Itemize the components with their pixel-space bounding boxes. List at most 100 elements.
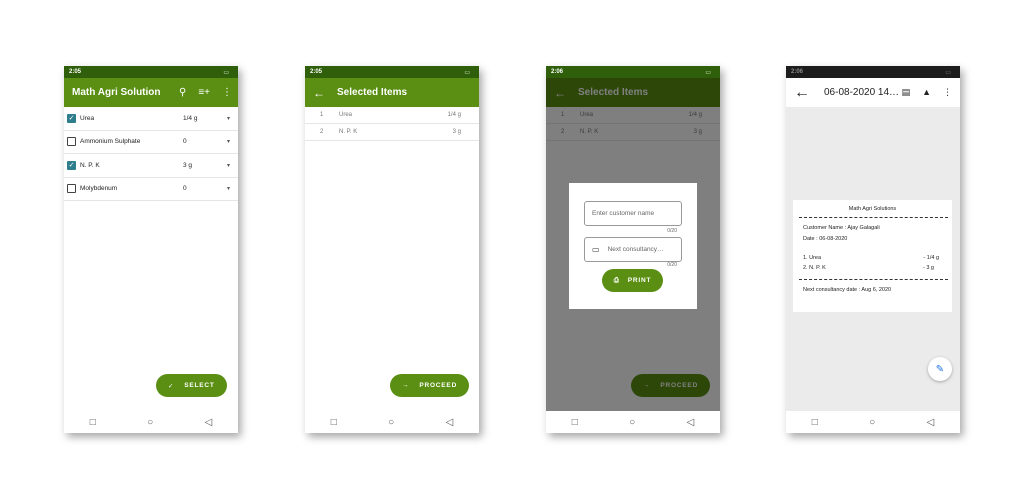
customer-name-input[interactable]: Enter customer name: [584, 201, 682, 226]
list-item[interactable]: ✓ N. P. K 3 g ▾: [64, 154, 238, 178]
home-icon[interactable]: ○: [869, 417, 875, 428]
back-nav-icon[interactable]: ◁: [927, 417, 935, 428]
divider: [799, 279, 948, 280]
battery-icon: ▭: [705, 69, 711, 76]
recents-icon[interactable]: □: [812, 417, 818, 428]
date-text: Date : 06-08-2020: [803, 236, 848, 242]
proceed-button[interactable]: → PROCEED: [390, 374, 470, 397]
document-title: 06-08-2020 14…: [824, 87, 900, 98]
select-label: SELECT: [184, 382, 215, 389]
back-arrow-icon[interactable]: ←: [794, 84, 810, 102]
next-consultancy-text: Next consultancy date : Aug 6, 2020: [803, 287, 892, 293]
recents-icon[interactable]: □: [90, 417, 96, 428]
item-quantity: 0: [183, 185, 187, 193]
back-nav-icon[interactable]: ◁: [446, 417, 454, 428]
status-time: 2:05: [69, 69, 82, 75]
proceed-label: PROCEED: [419, 382, 458, 389]
status-time: 2:06: [551, 69, 564, 75]
home-icon[interactable]: ○: [388, 417, 394, 428]
item-name: Molybdenum: [80, 185, 118, 193]
edit-pencil-icon[interactable]: ✎: [928, 357, 952, 381]
checkbox-checked[interactable]: ✓: [67, 113, 76, 123]
recents-icon[interactable]: □: [331, 417, 337, 428]
dropdown-arrow-icon[interactable]: ▾: [227, 162, 230, 169]
table-row: 2 N. P. K 3 g: [305, 124, 479, 141]
drive-icon[interactable]: ▲: [922, 87, 931, 98]
document-icon[interactable]: ▤: [902, 87, 911, 98]
screen-item-selection: 2:05 ▭ Math Agri Solution ⚲ ≡+ ⋮ ✓ Urea 1…: [64, 66, 238, 433]
customer-name-counter: 0/20: [667, 228, 677, 234]
dropdown-arrow-icon[interactable]: ▾: [227, 185, 230, 192]
item-name: Urea: [80, 114, 95, 122]
battery-icon: ▭: [223, 69, 229, 76]
system-nav-bar: □ ○ ◁: [64, 411, 238, 433]
next-consultancy-input[interactable]: ▭ Next consultancy…: [584, 237, 682, 262]
status-bar: 2:05 ▭: [305, 66, 479, 78]
row-name: Urea: [339, 112, 353, 118]
system-nav-bar: □ ○ ◁: [305, 411, 479, 433]
row-number: 1: [320, 112, 324, 118]
receipt-line-name: 1. Urea: [803, 255, 822, 261]
back-nav-icon[interactable]: ◁: [205, 417, 213, 428]
table-row: 1 Urea 1/4 g: [305, 107, 479, 124]
receipt-heading: Math Agri Solutions: [848, 206, 897, 212]
app-title: Selected Items: [337, 87, 408, 98]
next-consultancy-counter: 0/20: [667, 262, 677, 268]
list-item[interactable]: Ammonium Sulphate 0 ▾: [64, 131, 238, 154]
add-list-icon[interactable]: ≡+: [198, 87, 210, 98]
divider: [799, 217, 948, 218]
item-quantity: 0: [183, 138, 187, 146]
receipt-line-name: 2. N. P. K: [803, 265, 826, 271]
arrow-right-icon: →: [402, 382, 410, 389]
row-number: 2: [320, 129, 324, 135]
more-options-icon[interactable]: ⋮: [222, 87, 232, 98]
status-bar: 2:05 ▭: [64, 66, 238, 78]
battery-icon: ▭: [464, 69, 470, 76]
receipt-line-qty: - 3 g: [922, 265, 934, 271]
calendar-icon[interactable]: ▭: [592, 245, 600, 254]
viewer-toolbar: ← 06-08-2020 14… ▤ ▲ ⋮: [786, 78, 960, 107]
item-name: N. P. K: [80, 161, 100, 169]
app-title: Math Agri Solution: [72, 87, 161, 98]
app-bar: ← Selected Items: [305, 78, 479, 107]
item-name: Ammonium Sulphate: [80, 138, 141, 146]
home-icon[interactable]: ○: [629, 417, 635, 428]
customer-name-text: Customer Name : Ajay Galagali: [803, 225, 880, 231]
list-item[interactable]: Molybdenum 0 ▾: [64, 178, 238, 201]
printer-icon: ⎙: [613, 276, 620, 284]
document-viewer[interactable]: Math Agri Solutions Customer Name : Ajay…: [786, 107, 960, 411]
checkbox-checked[interactable]: ✓: [67, 160, 76, 170]
recents-icon[interactable]: □: [572, 417, 578, 428]
back-arrow-icon[interactable]: ←: [313, 86, 325, 100]
print-button[interactable]: ⎙ PRINT: [602, 269, 663, 292]
screen-pdf-viewer: 2:06 ▭ ← 06-08-2020 14… ▤ ▲ ⋮ Math Agri S…: [786, 66, 960, 433]
search-icon[interactable]: ⚲: [179, 87, 186, 98]
item-quantity: 3 g: [183, 161, 193, 169]
screen-print-dialog: 2:06▭ ← Selected Items 1 Urea 1/4 g 2 N.…: [546, 66, 720, 433]
battery-icon: ▭: [945, 69, 951, 76]
status-bar: 2:06 ▭: [786, 66, 960, 78]
check-icon: ✓: [168, 382, 175, 390]
row-name: N. P. K: [339, 129, 358, 135]
screen-selected-items: 2:05 ▭ ← Selected Items 1 Urea 1/4 g 2 N.…: [305, 66, 479, 433]
status-time: 2:06: [791, 69, 804, 75]
row-quantity: 1/4 g: [447, 112, 461, 118]
system-nav-bar: □ ○ ◁: [786, 411, 960, 433]
dropdown-arrow-icon[interactable]: ▾: [227, 115, 230, 122]
print-label: PRINT: [627, 277, 652, 284]
back-nav-icon[interactable]: ◁: [687, 417, 695, 428]
system-nav-bar: □ ○ ◁: [546, 411, 720, 433]
checkbox[interactable]: [67, 137, 76, 147]
list-item[interactable]: ✓ Urea 1/4 g ▾: [64, 107, 238, 131]
checkbox[interactable]: [67, 184, 76, 194]
dropdown-arrow-icon[interactable]: ▾: [227, 138, 230, 145]
customer-dialog: Enter customer name 0/20 ▭ Next consulta…: [569, 183, 697, 309]
item-quantity: 1/4 g: [183, 114, 198, 122]
receipt-page: Math Agri Solutions Customer Name : Ajay…: [793, 200, 952, 312]
customer-name-placeholder: Enter customer name: [592, 210, 655, 217]
select-button[interactable]: ✓ SELECT: [156, 374, 227, 397]
more-options-icon[interactable]: ⋮: [943, 87, 952, 98]
receipt-line-qty: - 1/4 g: [923, 255, 939, 261]
home-icon[interactable]: ○: [147, 417, 153, 428]
status-time: 2:05: [310, 69, 323, 75]
